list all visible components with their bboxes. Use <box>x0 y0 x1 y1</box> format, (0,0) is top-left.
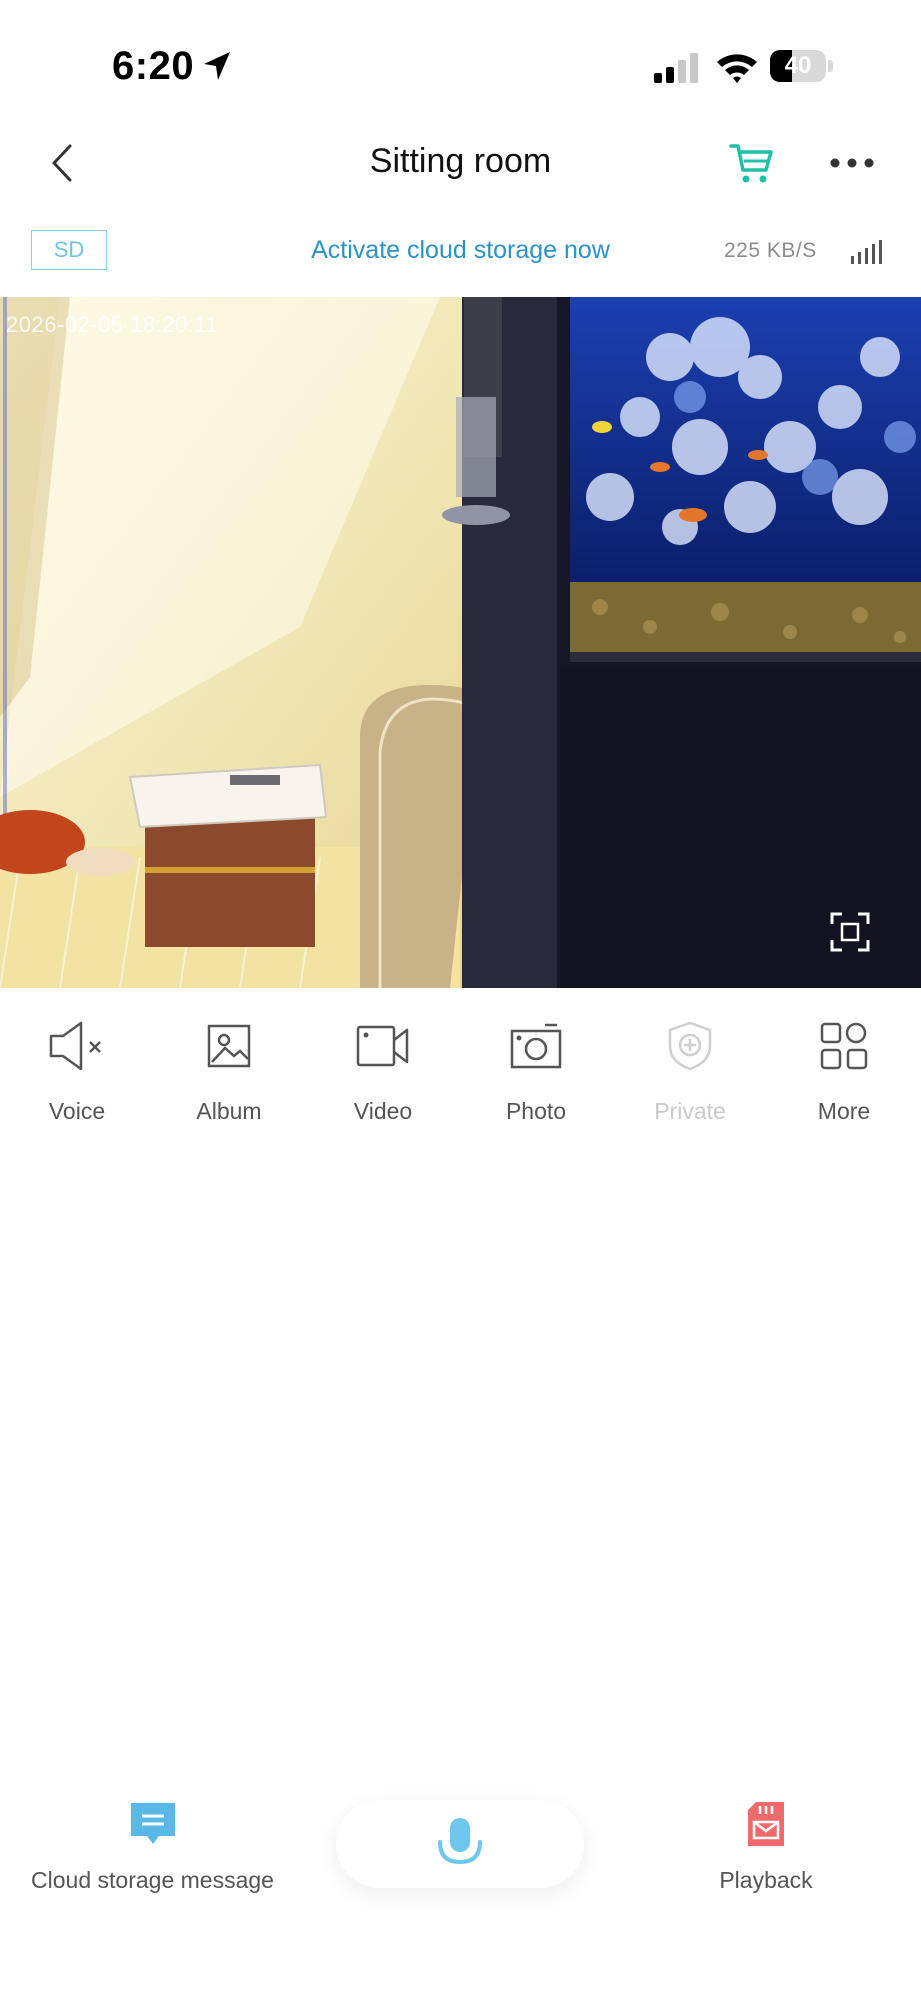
voice-label: Voice <box>48 1098 106 1124</box>
video-camera-icon <box>356 1025 409 1067</box>
talk-button[interactable] <box>336 1800 584 1888</box>
cellular-signal-icon <box>654 53 698 83</box>
camera-scene-image <box>0 297 921 988</box>
cart-button[interactable] <box>728 142 776 186</box>
private-mode-button[interactable]: Private <box>615 1016 765 1125</box>
speaker-muted-icon <box>49 1021 101 1071</box>
camera-icon <box>510 1023 562 1069</box>
cloud-storage-message-label: Cloud storage message <box>31 1867 274 1893</box>
battery-percent: 40 <box>784 52 812 79</box>
album-button[interactable]: Album <box>154 1016 304 1125</box>
cloud-storage-message-button[interactable]: Cloud storage message <box>10 1800 295 1894</box>
more-label: More <box>817 1098 871 1124</box>
playback-label: Playback <box>719 1867 813 1893</box>
album-label: Album <box>196 1098 262 1124</box>
network-strength-icon <box>851 240 882 264</box>
more-options-button[interactable] <box>828 148 876 178</box>
live-video-feed[interactable] <box>0 297 921 988</box>
voice-button[interactable]: Voice <box>2 1016 152 1125</box>
page-title: Sitting room <box>369 142 552 180</box>
shield-plus-icon <box>668 1021 712 1071</box>
stream-speed: 225 KB/S <box>724 239 817 262</box>
photo-button[interactable]: Photo <box>461 1016 611 1125</box>
grid-icon <box>820 1022 868 1070</box>
location-arrow-icon <box>204 52 230 80</box>
wifi-icon <box>717 54 757 83</box>
video-record-button[interactable]: Video <box>308 1016 458 1125</box>
private-label: Private <box>654 1098 726 1124</box>
fullscreen-icon <box>830 912 870 952</box>
message-icon <box>130 1803 175 1844</box>
status-time: 6:20 <box>112 44 195 88</box>
video-timestamp: 2026-02-05 18:20:11 <box>6 312 219 337</box>
photo-label: Photo <box>505 1098 567 1124</box>
more-controls-button[interactable]: More <box>769 1016 919 1125</box>
sd-card-playback-icon <box>748 1802 784 1846</box>
ellipsis-icon <box>830 158 874 168</box>
album-icon <box>207 1024 251 1068</box>
fullscreen-button[interactable] <box>828 910 872 954</box>
shopping-cart-icon <box>729 144 773 183</box>
playback-button[interactable]: Playback <box>690 1800 842 1894</box>
microphone-icon <box>438 1818 482 1865</box>
battery-indicator: 40 <box>770 50 834 84</box>
video-label: Video <box>353 1098 413 1124</box>
